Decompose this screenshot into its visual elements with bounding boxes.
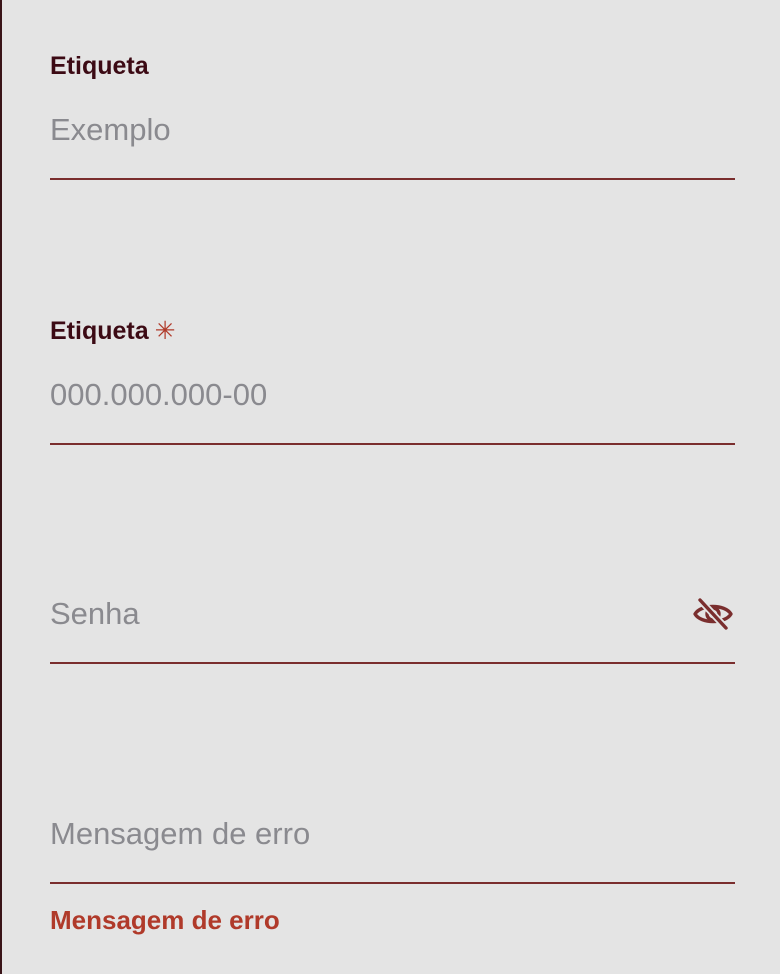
field-underline	[50, 662, 735, 664]
eye-slash-icon	[693, 597, 733, 631]
error-message: Mensagem de erro	[50, 905, 280, 935]
field-underline	[50, 443, 735, 445]
password-input[interactable]	[50, 592, 680, 636]
toggle-password-visibility-button[interactable]	[691, 594, 735, 634]
required-asterisk-icon: ✳	[154, 317, 176, 345]
window-edge	[0, 0, 2, 974]
exemplo-input[interactable]	[50, 108, 735, 152]
field-label-required: Etiqueta ✳	[50, 317, 176, 345]
field-underline	[50, 882, 735, 884]
field-label-text: Etiqueta	[50, 317, 149, 345]
error-input[interactable]	[50, 812, 735, 856]
field-underline	[50, 178, 735, 180]
field-label: Etiqueta	[50, 52, 149, 80]
cpf-input[interactable]	[50, 373, 735, 417]
